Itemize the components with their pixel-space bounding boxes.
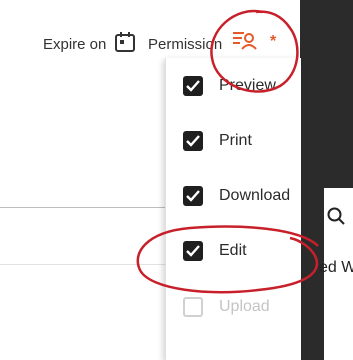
- checkbox-disabled: [183, 297, 203, 317]
- divider: [0, 264, 165, 265]
- checkbox-checked[interactable]: [183, 186, 203, 206]
- calendar-icon[interactable]: [114, 31, 136, 58]
- permission-option-print[interactable]: Print: [166, 121, 301, 161]
- permission-option-download[interactable]: Download: [166, 176, 301, 216]
- expire-label: Expire on: [43, 36, 107, 53]
- checkbox-checked[interactable]: [183, 241, 203, 261]
- permission-label-edit: Edit: [219, 242, 247, 259]
- permission-option-edit[interactable]: Edit: [166, 231, 301, 271]
- permission-option-upload: Upload: [166, 287, 301, 327]
- permissions-dropdown: Preview Print Download Edit Upload: [165, 58, 301, 360]
- permission-option-preview[interactable]: Preview: [166, 66, 301, 106]
- permission-label-print: Print: [219, 132, 252, 149]
- side-panel-partial-text: ed W: [319, 259, 353, 276]
- permission-label: Permission: [148, 36, 223, 53]
- side-panel: [300, 0, 353, 360]
- required-marker: *: [270, 33, 277, 50]
- permission-label-upload: Upload: [219, 298, 270, 315]
- search-icon[interactable]: [327, 207, 345, 225]
- checkbox-checked[interactable]: [183, 76, 203, 96]
- permission-label-download: Download: [219, 187, 291, 204]
- permission-label-preview: Preview: [219, 77, 276, 94]
- permission-settings-icon[interactable]: [231, 29, 257, 58]
- divider: [0, 207, 165, 208]
- checkbox-checked[interactable]: [183, 131, 203, 151]
